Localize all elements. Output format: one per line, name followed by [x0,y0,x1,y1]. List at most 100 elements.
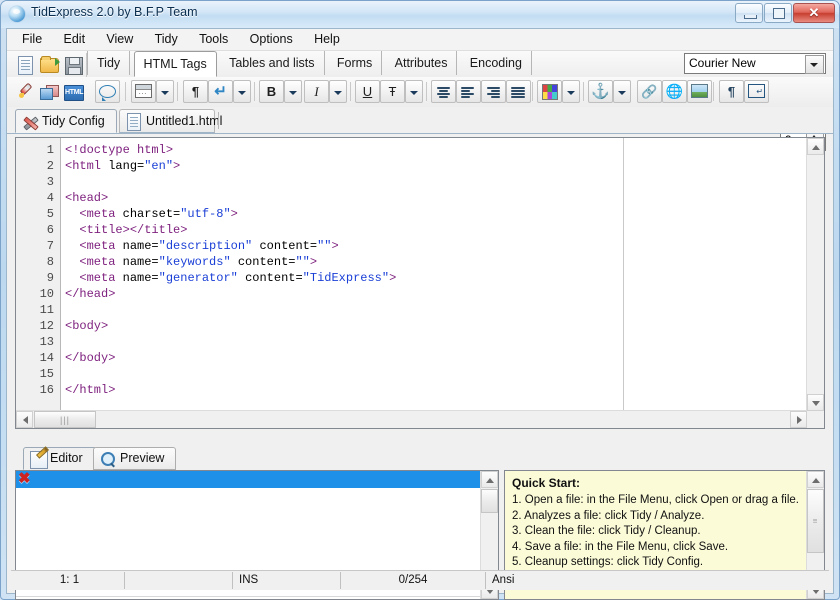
linebreak-dropdown[interactable] [233,80,251,103]
tab-untitled1-html[interactable]: Untitled1.html [119,109,222,133]
menu-view[interactable]: View [97,29,142,49]
tab-tables-and-lists[interactable]: Tables and lists [220,51,325,75]
insert-block-button[interactable] [131,80,156,103]
tab-forms[interactable]: Forms [328,51,383,75]
tab-editor-label: Editor [50,451,83,465]
code-token-val: "en" [144,159,174,173]
scroll-up-button[interactable] [807,138,824,155]
code-line[interactable]: <html lang="en"> [65,158,807,174]
italic-button[interactable]: I [304,80,329,103]
open-folder-icon[interactable] [37,53,60,75]
editor-vertical-scrollbar[interactable] [806,138,824,411]
html-icon[interactable]: HTML [61,80,84,102]
tab-encoding[interactable]: Encoding [461,51,532,75]
align-right-button[interactable] [481,80,506,103]
bold-button[interactable]: B [259,80,284,103]
insert-anchor-button[interactable]: ⚓ [588,80,613,103]
code-line[interactable]: <meta name="description" content=""> [65,238,807,254]
code-line[interactable] [65,334,807,350]
insert-comment-button[interactable] [95,80,120,103]
line-number: 13 [39,335,54,349]
tab-attributes[interactable]: Attributes [386,51,458,75]
horizontal-scroll-thumb[interactable]: ||| [34,411,96,428]
bold-dropdown[interactable] [284,80,302,103]
message-row[interactable] [16,542,481,561]
italic-icon: I [314,84,319,99]
show-formatting-marks-button[interactable]: ¶ [719,80,744,103]
message-scroll-thumb[interactable] [481,489,498,513]
scroll-left-button[interactable] [16,411,33,428]
code-line[interactable]: </head> [65,286,807,302]
code-line[interactable]: <title></title> [65,222,807,238]
rocket-icon[interactable] [13,80,35,102]
strikethrough-dropdown[interactable] [405,80,423,103]
message-list-header[interactable] [16,471,481,489]
quick-scroll-up-button[interactable] [807,471,824,488]
italic-dropdown[interactable] [329,80,347,103]
insert-paragraph-button[interactable]: ¶ [183,80,208,103]
code-text-area[interactable]: <!doctype html> <html lang="en"> <head> <… [61,138,807,411]
insert-linebreak-button[interactable]: ↵ [208,80,233,103]
code-editor[interactable]: 1 2 3 4 5 6 7 8 9 10 11 12 13 14 15 16 <!doctype html> <… [15,137,825,429]
code-line[interactable] [65,302,807,318]
code-line[interactable]: </body> [65,350,807,366]
code-line[interactable]: <!doctype html> [65,142,807,158]
status-bar: 1: 1 INS 0/254 Ansi [11,570,829,590]
menu-file[interactable]: File [13,29,51,49]
code-line[interactable]: <meta name="generator" content="TidExpre… [65,270,807,286]
tab-tidy[interactable]: Tidy [87,51,131,75]
line-numbers: 1 2 3 4 5 6 7 8 9 10 11 12 13 14 15 16 [16,142,60,398]
message-row[interactable] [16,524,481,543]
code-token-pun [231,255,238,269]
block-dropdown[interactable] [156,80,174,103]
message-row[interactable] [16,506,481,525]
word-wrap-button[interactable]: ↵ [744,80,769,103]
close-button[interactable]: ✕ [793,3,835,23]
quick-scroll-thumb[interactable]: ≡ [807,489,824,553]
menu-tidy[interactable]: Tidy [146,29,187,49]
align-justify-button[interactable] [506,80,531,103]
insert-link-button[interactable]: 🔗 [637,80,662,103]
new-document-icon[interactable] [13,53,35,75]
title-bar[interactable]: TidExpress 2.0 by B.F.P Team ✕ [1,1,839,28]
maximize-button[interactable] [764,3,792,23]
browser-preview-icon[interactable] [37,80,59,102]
underline-button[interactable]: U [355,80,380,103]
tab-editor[interactable]: Editor [23,447,97,470]
chevron-down-icon[interactable] [805,55,824,74]
message-scroll-up-button[interactable] [481,471,498,488]
align-left-button[interactable] [456,80,481,103]
code-line[interactable] [65,366,807,382]
window-title: TidExpress 2.0 by B.F.P Team [31,5,198,19]
editor-horizontal-scrollbar[interactable]: ||| [16,410,807,428]
tab-html-tags[interactable]: HTML Tags [133,51,217,77]
align-center-button[interactable] [431,80,456,103]
tab-tidy-config[interactable]: Tidy Config [15,109,117,133]
menu-help[interactable]: Help [305,29,349,49]
menu-tools[interactable]: Tools [190,29,237,49]
color-dropdown[interactable] [562,80,580,103]
line-number: 1 [46,143,54,157]
minimize-button[interactable] [735,3,763,23]
scroll-down-button[interactable] [807,394,824,411]
code-token-tag: <meta [79,239,116,253]
insert-url-button[interactable]: 🌐 [662,80,687,103]
strikethrough-button[interactable]: Ŧ [380,80,405,103]
save-icon[interactable] [61,53,83,75]
text-color-button[interactable] [537,80,562,103]
font-family-select[interactable]: Courier New [684,53,826,74]
scroll-right-button[interactable] [790,411,807,428]
menu-options[interactable]: Options [241,29,302,49]
code-line[interactable]: <meta name="keywords" content=""> [65,254,807,270]
code-line[interactable]: <meta charset="utf-8"> [65,206,807,222]
return-arrow-icon: ↵ [214,83,227,100]
message-row[interactable] [16,488,481,507]
menu-edit[interactable]: Edit [55,29,95,49]
code-line[interactable] [65,174,807,190]
code-line[interactable]: <body> [65,318,807,334]
code-token-attr: name= [122,271,159,285]
anchor-dropdown[interactable] [613,80,631,103]
code-line[interactable]: <head> [65,190,807,206]
code-line[interactable]: </html> [65,382,807,398]
tab-preview[interactable]: Preview [93,447,176,470]
